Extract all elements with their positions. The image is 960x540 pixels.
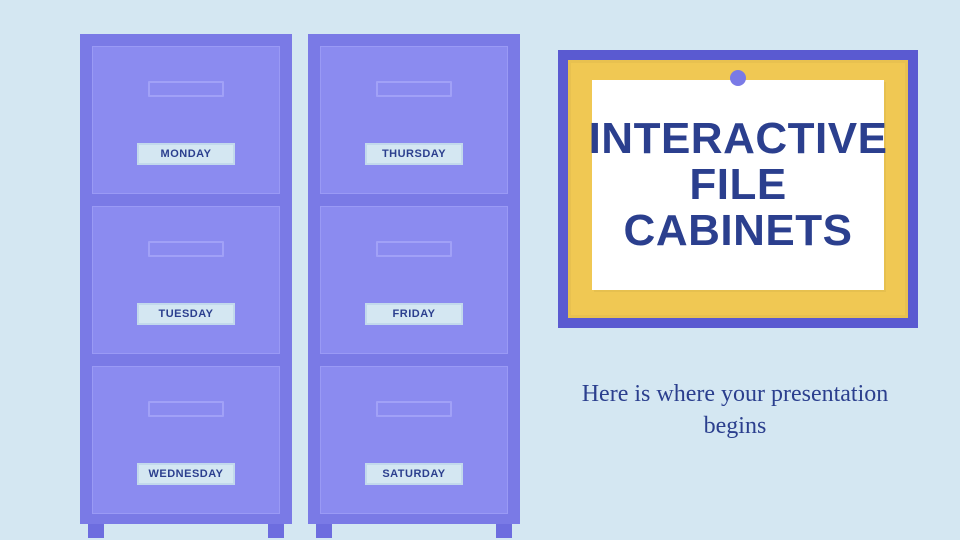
drawer-handle-icon [148, 241, 224, 257]
drawer-label-plate: WEDNESDAY [137, 463, 235, 485]
drawer-monday[interactable]: MONDAY [92, 46, 280, 194]
drawer-label: FRIDAY [393, 308, 436, 320]
drawer-label: SATURDAY [382, 468, 445, 480]
drawer-tuesday[interactable]: TUESDAY [92, 206, 280, 354]
slide-stage: MONDAY TUESDAY WEDNESDAY THURSDAY [0, 0, 960, 540]
drawer-label-plate: TUESDAY [137, 303, 235, 325]
drawer-thursday[interactable]: THURSDAY [320, 46, 508, 194]
drawer-label: THURSDAY [382, 148, 446, 160]
title-line-2: File Cabinets [589, 162, 888, 254]
drawer-label-plate: THURSDAY [365, 143, 463, 165]
drawer-label: MONDAY [161, 148, 212, 160]
cabinet-left: MONDAY TUESDAY WEDNESDAY [80, 34, 292, 524]
drawer-label-plate: SATURDAY [365, 463, 463, 485]
cabinet-right: THURSDAY FRIDAY SATURDAY [308, 34, 520, 524]
pushpin-icon [730, 70, 746, 86]
slide-title: Interactive File Cabinets [589, 116, 888, 255]
title-note: Interactive File Cabinets [592, 80, 884, 290]
drawer-label-plate: FRIDAY [365, 303, 463, 325]
drawer-saturday[interactable]: SATURDAY [320, 366, 508, 514]
drawer-handle-icon [148, 81, 224, 97]
bulletin-board: Interactive File Cabinets [558, 50, 918, 328]
drawer-label-plate: MONDAY [137, 143, 235, 165]
drawer-handle-icon [376, 401, 452, 417]
drawer-wednesday[interactable]: WEDNESDAY [92, 366, 280, 514]
cabinets-group: MONDAY TUESDAY WEDNESDAY THURSDAY [80, 34, 520, 524]
drawer-handle-icon [148, 401, 224, 417]
title-line-1: Interactive [589, 116, 888, 162]
drawer-friday[interactable]: FRIDAY [320, 206, 508, 354]
drawer-label: WEDNESDAY [149, 468, 224, 480]
drawer-handle-icon [376, 81, 452, 97]
slide-subtitle: Here is where your presentation begins [570, 378, 900, 443]
drawer-handle-icon [376, 241, 452, 257]
drawer-label: TUESDAY [158, 308, 213, 320]
